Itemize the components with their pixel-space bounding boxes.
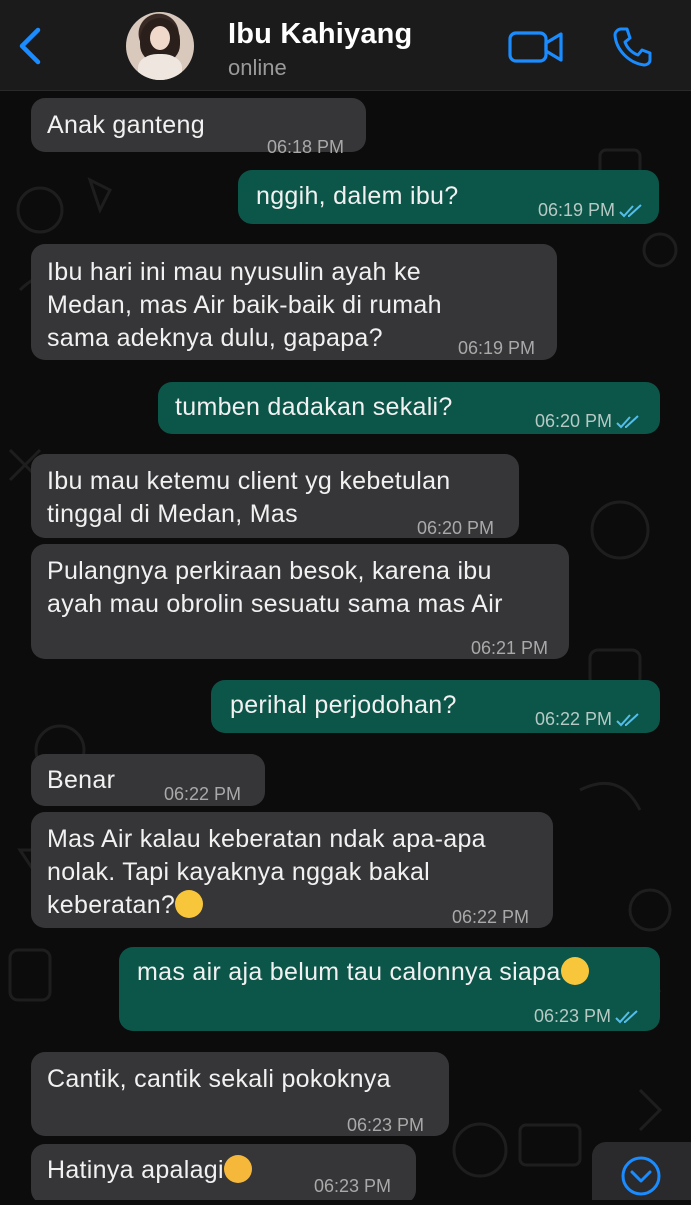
chevron-left-icon [19, 27, 41, 65]
message-time-text: 06:22 PM [535, 709, 613, 729]
scroll-to-bottom-button[interactable] [592, 1142, 691, 1200]
double-check-icon [619, 204, 642, 218]
message-text: mas air aja belum tau calonnya siapa [137, 956, 589, 989]
message-time: 06:19 PM [458, 338, 536, 358]
message-time: 06:20 PM [417, 518, 495, 538]
message-bubble-outgoing[interactable]: perihal perjodohan? 06:22 PM [211, 680, 660, 733]
hand-over-mouth-emoji [175, 890, 204, 918]
message-time: 06:22 PM [164, 784, 242, 804]
avatar-face [150, 26, 170, 50]
message-text: nggih, dalem ibu? [256, 182, 459, 210]
video-call-button[interactable] [508, 30, 564, 64]
message-text: Mas Air kalau keberatan ndak apa-apa nol… [47, 823, 486, 922]
message-time: 06:18 PM [267, 137, 345, 157]
message-time-text: 06:19 PM [538, 200, 616, 220]
message-text-content: Hatinya apalagi [47, 1156, 224, 1184]
message-bubble-incoming[interactable]: Pulangnya perkiraan besok, karena ibu ay… [31, 544, 569, 659]
message-text-content: Mas Air kalau keberatan ndak apa-apa nol… [47, 825, 486, 919]
message-time-text: 06:20 PM [535, 411, 613, 431]
message-bubble-incoming[interactable]: Benar 06:22 PM [31, 754, 265, 806]
message-bubble-incoming[interactable]: Cantik, cantik sekali pokoknya 06:23 PM [31, 1052, 449, 1136]
message-meta: 06:23 PM [534, 1000, 641, 1033]
chevron-down-circle-icon [621, 1156, 661, 1196]
message-time: 06:23 PM [347, 1115, 425, 1135]
message-text: Cantik, cantik sekali pokoknya [47, 1065, 391, 1093]
back-button[interactable] [14, 26, 48, 66]
chat-area[interactable]: Anak ganteng 06:18 PM nggih, dalem ibu? … [0, 90, 691, 1200]
contact-name[interactable]: Ibu Kahiyang [228, 18, 412, 51]
message-time-text: 06:23 PM [534, 1006, 612, 1026]
message-bubble-incoming[interactable]: Hatinya apalagi 06:23 PM [31, 1144, 416, 1200]
contact-status: online [228, 55, 287, 80]
smiling-face-with-hearts-emoji [223, 1155, 252, 1183]
voice-call-button[interactable] [612, 26, 652, 68]
message-bubble-incoming[interactable]: Anak ganteng 06:18 PM [31, 98, 366, 157]
double-check-icon [616, 713, 639, 727]
double-check-icon [615, 1010, 638, 1024]
message-bubble-incoming[interactable]: Ibu mau ketemu client yg kebetulan tingg… [31, 454, 519, 538]
message-bubble-incoming[interactable]: Mas Air kalau keberatan ndak apa-apa nol… [31, 812, 553, 928]
avatar-body [138, 54, 182, 80]
message-text: perihal perjodohan? [230, 691, 457, 719]
message-time: 06:22 PM [452, 907, 530, 927]
message-meta: 06:20 PM [535, 405, 642, 438]
message-meta: 06:22 PM [535, 703, 642, 736]
message-bubble-outgoing[interactable]: tumben dadakan sekali? 06:20 PM [158, 382, 660, 434]
message-text: Hatinya apalagi [47, 1154, 252, 1187]
chat-header: Ibu Kahiyang online [0, 0, 691, 91]
smiling-face-emoji [560, 957, 589, 985]
message-text: tumben dadakan sekali? [175, 393, 453, 421]
video-camera-icon [508, 31, 563, 63]
message-text: Ibu hari ini mau nyusulin ayah ke Medan,… [47, 258, 442, 352]
message-text-content: mas air aja belum tau calonnya siapa [137, 958, 561, 986]
message-text: Ibu mau ketemu client yg kebetulan tingg… [47, 467, 451, 528]
message-text: Pulangnya perkiraan besok, karena ibu ay… [47, 557, 503, 618]
message-text: Anak ganteng [47, 111, 205, 139]
message-bubble-outgoing[interactable]: nggih, dalem ibu? 06:19 PM [238, 170, 659, 224]
message-bubble-outgoing[interactable]: mas air aja belum tau calonnya siapa 06:… [119, 947, 660, 1031]
message-time: 06:21 PM [471, 638, 549, 658]
double-check-icon [616, 415, 639, 429]
phone-icon [613, 27, 652, 67]
message-time: 06:23 PM [314, 1176, 392, 1196]
message-bubble-incoming[interactable]: Ibu hari ini mau nyusulin ayah ke Medan,… [31, 244, 557, 360]
message-text: Benar [47, 766, 116, 794]
avatar[interactable] [126, 12, 194, 80]
message-meta: 06:19 PM [538, 194, 645, 227]
